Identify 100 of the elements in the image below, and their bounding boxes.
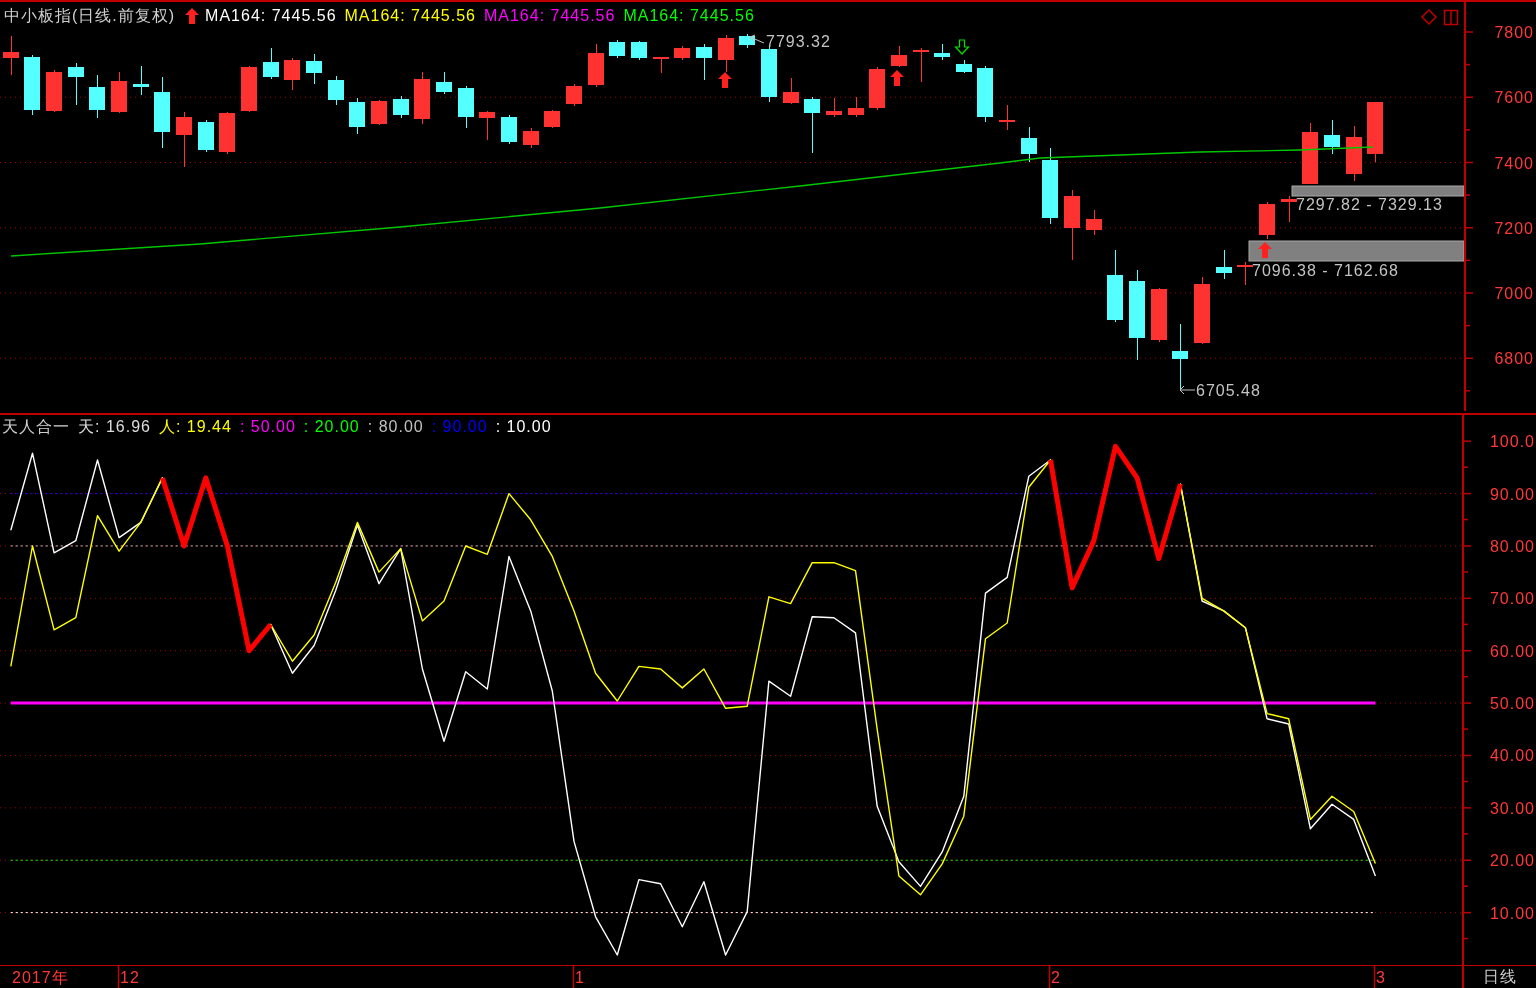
up-arrow-icon (718, 72, 732, 88)
high-price-label: 7793.32 (766, 33, 831, 50)
candlestick (436, 71, 452, 95)
candlestick (934, 43, 950, 61)
candlestick (544, 109, 560, 129)
axis-label: 60.00 (1489, 642, 1535, 660)
moving-average-value: MA164: 7445.56 (483, 6, 616, 26)
candlestick (1194, 276, 1210, 345)
split-panel-icon[interactable] (1443, 9, 1459, 26)
axis-label: 40.00 (1489, 747, 1535, 765)
candlestick (46, 69, 62, 113)
axis-label: 10.00 (1489, 904, 1535, 922)
candlestick (826, 97, 842, 118)
axis-label: 7600 (1494, 89, 1534, 107)
candlestick (176, 111, 192, 168)
candlestick (869, 66, 885, 111)
axis-label: 30.00 (1489, 799, 1535, 817)
candlestick (783, 77, 799, 105)
candlestick (1237, 261, 1253, 286)
candlestick (414, 71, 430, 125)
date-label: 2 (1051, 969, 1061, 986)
date-label: 1 (575, 969, 585, 986)
axis-label: 50.00 (1489, 695, 1535, 713)
candlestick (761, 46, 777, 103)
candlestick (848, 96, 864, 118)
candlestick (588, 43, 604, 88)
axis-label: 20.00 (1489, 852, 1535, 870)
axis-label: 90.00 (1489, 485, 1535, 503)
up-arrow-icon (1258, 242, 1272, 258)
moving-average-value: MA164: 7445.56 (344, 6, 476, 26)
candlestick (977, 65, 993, 123)
candlestick (999, 104, 1015, 131)
axis-label: 70.00 (1489, 590, 1535, 608)
candlestick (891, 45, 907, 68)
candlestick (804, 96, 820, 154)
candlestick (1151, 287, 1167, 343)
candlestick (89, 74, 105, 119)
candlestick (371, 99, 387, 126)
candlestick (458, 85, 474, 129)
legend-value: 天: 16.96 (78, 417, 151, 437)
axis-label: 7200 (1494, 219, 1534, 237)
candlestick (284, 57, 300, 91)
year-label: 2017年 (12, 969, 69, 986)
candlestick (1281, 195, 1297, 223)
candlestick (1216, 249, 1232, 280)
candlestick (479, 110, 495, 141)
index-title: 中小板指(日线.前复权) (4, 6, 176, 26)
axis-label: 6800 (1494, 350, 1534, 368)
axis-label: 100.0 (1489, 433, 1535, 451)
candlestick (68, 62, 84, 106)
candlestick (653, 56, 669, 74)
legend-value: : 80.00 (367, 417, 424, 437)
date-label: 12 (120, 969, 140, 986)
legend-value: : 50.00 (239, 417, 296, 437)
candlestick (24, 54, 40, 116)
axis-label: 7000 (1494, 285, 1534, 302)
candlestick (3, 35, 19, 76)
axis-label: 80.00 (1489, 537, 1535, 555)
candlestick (1172, 323, 1188, 390)
down-arrow-icon (954, 39, 970, 55)
pointer-arrow-icon (749, 34, 765, 44)
low-price-label: 6705.48 (1196, 382, 1261, 399)
candlestick (349, 97, 365, 135)
indicator-title: 天人合一 (2, 417, 70, 437)
candlestick (501, 114, 517, 145)
up-arrow-icon (185, 8, 200, 24)
candlestick (1259, 201, 1275, 240)
up-arrow-icon (890, 70, 904, 86)
legend-value: : 10.00 (495, 417, 552, 437)
candlestick (609, 39, 625, 59)
candlestick (1021, 126, 1037, 163)
axis-label: 7800 (1494, 24, 1534, 41)
candlestick (1064, 189, 1080, 261)
date-label: 3 (1376, 969, 1386, 986)
price-range-label: 7096.38 - 7162.68 (1252, 262, 1399, 279)
legend-value: : 20.00 (303, 417, 360, 437)
price-range-label: 7297.82 - 7329.13 (1296, 196, 1443, 213)
candlestick (1367, 101, 1383, 163)
moving-average-value: MA164: 7445.56 (623, 6, 755, 26)
candlestick (913, 47, 929, 83)
candlestick (696, 43, 712, 81)
candlestick (1086, 209, 1102, 236)
axis-label: 7400 (1494, 154, 1534, 172)
candlestick (674, 45, 690, 61)
candlestick (523, 127, 539, 149)
legend-value: : 90.00 (431, 417, 488, 437)
candlestick (1324, 119, 1340, 155)
candlestick (219, 111, 235, 155)
candlestick (263, 47, 279, 80)
candlestick (306, 53, 322, 85)
candlestick (241, 65, 257, 113)
candlestick (631, 40, 647, 61)
candlestick (1302, 122, 1318, 185)
candlestick (718, 34, 734, 73)
diamond-icon[interactable] (1420, 8, 1438, 26)
candlestick (393, 95, 409, 119)
candlestick (739, 33, 755, 49)
candlestick (1346, 125, 1362, 182)
pointer-arrow-icon (1179, 385, 1196, 395)
candlestick (956, 59, 972, 74)
